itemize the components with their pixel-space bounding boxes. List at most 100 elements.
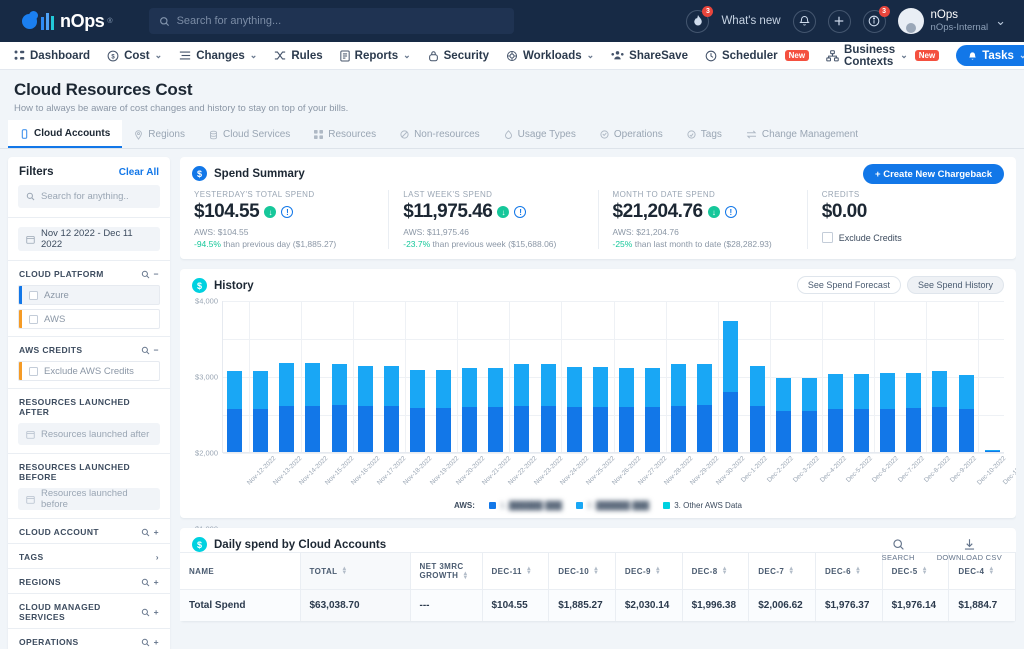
plus-icon[interactable]: + bbox=[154, 527, 159, 537]
filters-search[interactable]: Search for anything.. bbox=[18, 185, 160, 208]
chart-bar[interactable] bbox=[593, 367, 608, 452]
nav-item-rules[interactable]: Rules bbox=[274, 50, 322, 62]
global-search[interactable] bbox=[149, 8, 514, 34]
nav-item-dashboard[interactable]: Dashboard bbox=[14, 50, 90, 62]
tab-cloud-services[interactable]: Cloud Services bbox=[197, 121, 302, 147]
tab-change-management[interactable]: Change Management bbox=[734, 121, 870, 147]
plus-icon[interactable]: + bbox=[154, 577, 159, 587]
chart-bar[interactable] bbox=[358, 366, 373, 452]
sort-icon[interactable]: ▲▼ bbox=[722, 567, 728, 575]
chart-bar[interactable] bbox=[959, 375, 974, 452]
whats-new-label[interactable]: What's new bbox=[721, 15, 780, 27]
nav-item-security[interactable]: Security bbox=[428, 50, 489, 62]
nav-item-business-contexts[interactable]: Business Contexts ⌄ New bbox=[826, 44, 939, 68]
nav-item-cost[interactable]: $ Cost ⌄ bbox=[107, 50, 162, 62]
chart-bar[interactable] bbox=[332, 364, 347, 452]
minus-icon[interactable]: − bbox=[154, 269, 159, 279]
sort-icon[interactable]: ▲▼ bbox=[922, 567, 928, 575]
section-actions[interactable]: − bbox=[141, 269, 159, 279]
chevron-right-icon[interactable]: › bbox=[156, 552, 159, 562]
chart-bar[interactable] bbox=[462, 368, 477, 452]
table-column-header[interactable]: DEC-10▲▼ bbox=[549, 553, 616, 590]
plus-icon[interactable]: + bbox=[154, 637, 159, 647]
nav-item-scheduler[interactable]: Scheduler New bbox=[705, 50, 809, 62]
exclude-credits-toggle[interactable]: Exclude Credits bbox=[822, 232, 1002, 243]
chart-bar[interactable] bbox=[906, 373, 921, 452]
sort-icon[interactable]: ▲▼ bbox=[593, 567, 599, 575]
sort-icon[interactable]: ▲▼ bbox=[526, 567, 532, 575]
checkbox[interactable] bbox=[29, 291, 38, 300]
sort-icon[interactable]: ▲▼ bbox=[788, 567, 794, 575]
nops-logo[interactable]: nOps ® bbox=[12, 11, 113, 32]
tab-usage-types[interactable]: Usage Types bbox=[492, 121, 588, 147]
tab-non-resources[interactable]: Non-resources bbox=[388, 121, 492, 147]
section-actions[interactable]: + bbox=[141, 527, 159, 537]
chart-bar[interactable] bbox=[697, 364, 712, 452]
section-actions[interactable]: + bbox=[141, 607, 159, 617]
checkbox[interactable] bbox=[822, 232, 833, 243]
chart-bar[interactable] bbox=[514, 364, 529, 452]
chart-bar[interactable] bbox=[384, 366, 399, 452]
chart-bar[interactable] bbox=[541, 364, 556, 452]
filter-section-cloud-platform[interactable]: CLOUD PLATFORM − bbox=[8, 261, 170, 285]
tasks-button[interactable]: Tasks ⌄ bbox=[956, 45, 1024, 66]
chart-bar[interactable] bbox=[619, 368, 634, 452]
nav-item-workloads[interactable]: Workloads ⌄ bbox=[506, 50, 594, 62]
filter-section-cloud-account[interactable]: CLOUD ACCOUNT + bbox=[8, 519, 170, 543]
user-menu[interactable]: nOps nOps-Internal ⌄ bbox=[898, 8, 1006, 34]
tab-tags[interactable]: Tags bbox=[675, 121, 734, 147]
clear-all-button[interactable]: Clear All bbox=[119, 167, 159, 178]
filter-option-aws[interactable]: AWS bbox=[18, 309, 160, 329]
tab-operations[interactable]: Operations bbox=[588, 121, 675, 147]
sort-icon[interactable]: ▲▼ bbox=[855, 567, 861, 575]
table-column-header[interactable]: DEC-7▲▼ bbox=[749, 553, 816, 590]
table-column-header[interactable]: DEC-9▲▼ bbox=[615, 553, 682, 590]
chevron-down-icon[interactable]: ⌄ bbox=[995, 13, 1006, 29]
minus-icon[interactable]: − bbox=[154, 345, 159, 355]
nav-item-reports[interactable]: Reports ⌄ bbox=[340, 50, 411, 62]
sort-icon[interactable]: ▲▼ bbox=[988, 567, 994, 575]
tab-regions[interactable]: Regions bbox=[122, 121, 197, 147]
chart-bar[interactable] bbox=[488, 368, 503, 452]
table-column-header[interactable]: DEC-11▲▼ bbox=[482, 553, 549, 590]
table-column-header[interactable]: NET 3MRC GROWTH▲▼ bbox=[410, 553, 482, 590]
chart-bar[interactable] bbox=[802, 378, 817, 452]
filter-section-cloud-managed-services[interactable]: CLOUD MANAGED SERVICES + bbox=[8, 594, 170, 628]
table-column-header[interactable]: TOTAL▲▼ bbox=[300, 553, 410, 590]
download-csv-button[interactable]: DOWNLOAD CSV bbox=[937, 538, 1002, 562]
legend-item[interactable]: 1. ██████ ███ bbox=[489, 501, 562, 510]
filter-section-operations[interactable]: OPERATIONS + bbox=[8, 629, 170, 649]
nav-item-sharesave[interactable]: ShareSave bbox=[611, 50, 688, 62]
sort-icon[interactable]: ▲▼ bbox=[341, 567, 347, 575]
info-icon[interactable]: 3 bbox=[863, 10, 886, 33]
add-icon[interactable] bbox=[828, 10, 851, 33]
table-column-header[interactable]: DEC-8▲▼ bbox=[682, 553, 749, 590]
chart-bar[interactable] bbox=[671, 364, 686, 452]
chart-bar[interactable] bbox=[279, 363, 294, 452]
section-actions[interactable]: + bbox=[141, 577, 159, 587]
legend-item[interactable]: 2. ██████ ███ bbox=[576, 501, 649, 510]
checkbox[interactable] bbox=[29, 367, 38, 376]
checkbox[interactable] bbox=[29, 315, 38, 324]
nav-item-changes[interactable]: Changes ⌄ bbox=[179, 50, 257, 62]
chart-bar[interactable] bbox=[567, 367, 582, 452]
chart-bar[interactable] bbox=[305, 363, 320, 452]
chart-bar[interactable] bbox=[227, 371, 242, 452]
chart-bar[interactable] bbox=[854, 374, 869, 452]
table-column-header[interactable]: NAME bbox=[180, 553, 300, 590]
date-range-picker[interactable]: Nov 12 2022 - Dec 11 2022 bbox=[18, 227, 160, 251]
chart-bar[interactable] bbox=[985, 450, 1000, 452]
chart-bar[interactable] bbox=[436, 370, 451, 452]
filter-option-exclude-aws-credits[interactable]: Exclude AWS Credits bbox=[18, 361, 160, 381]
bell-icon[interactable] bbox=[793, 10, 816, 33]
legend-item[interactable]: 3. Other AWS Data bbox=[663, 501, 742, 510]
sort-icon[interactable]: ▲▼ bbox=[462, 572, 468, 580]
search-input[interactable] bbox=[177, 15, 504, 27]
table-search-button[interactable]: SEARCH bbox=[882, 538, 915, 562]
info-icon[interactable]: ! bbox=[281, 206, 293, 218]
whats-new-icon[interactable]: 3 bbox=[686, 10, 709, 33]
section-actions[interactable]: − bbox=[141, 345, 159, 355]
chart-bar[interactable] bbox=[776, 378, 791, 452]
sort-icon[interactable]: ▲▼ bbox=[655, 567, 661, 575]
tab-cloud-accounts[interactable]: Cloud Accounts bbox=[8, 120, 122, 148]
